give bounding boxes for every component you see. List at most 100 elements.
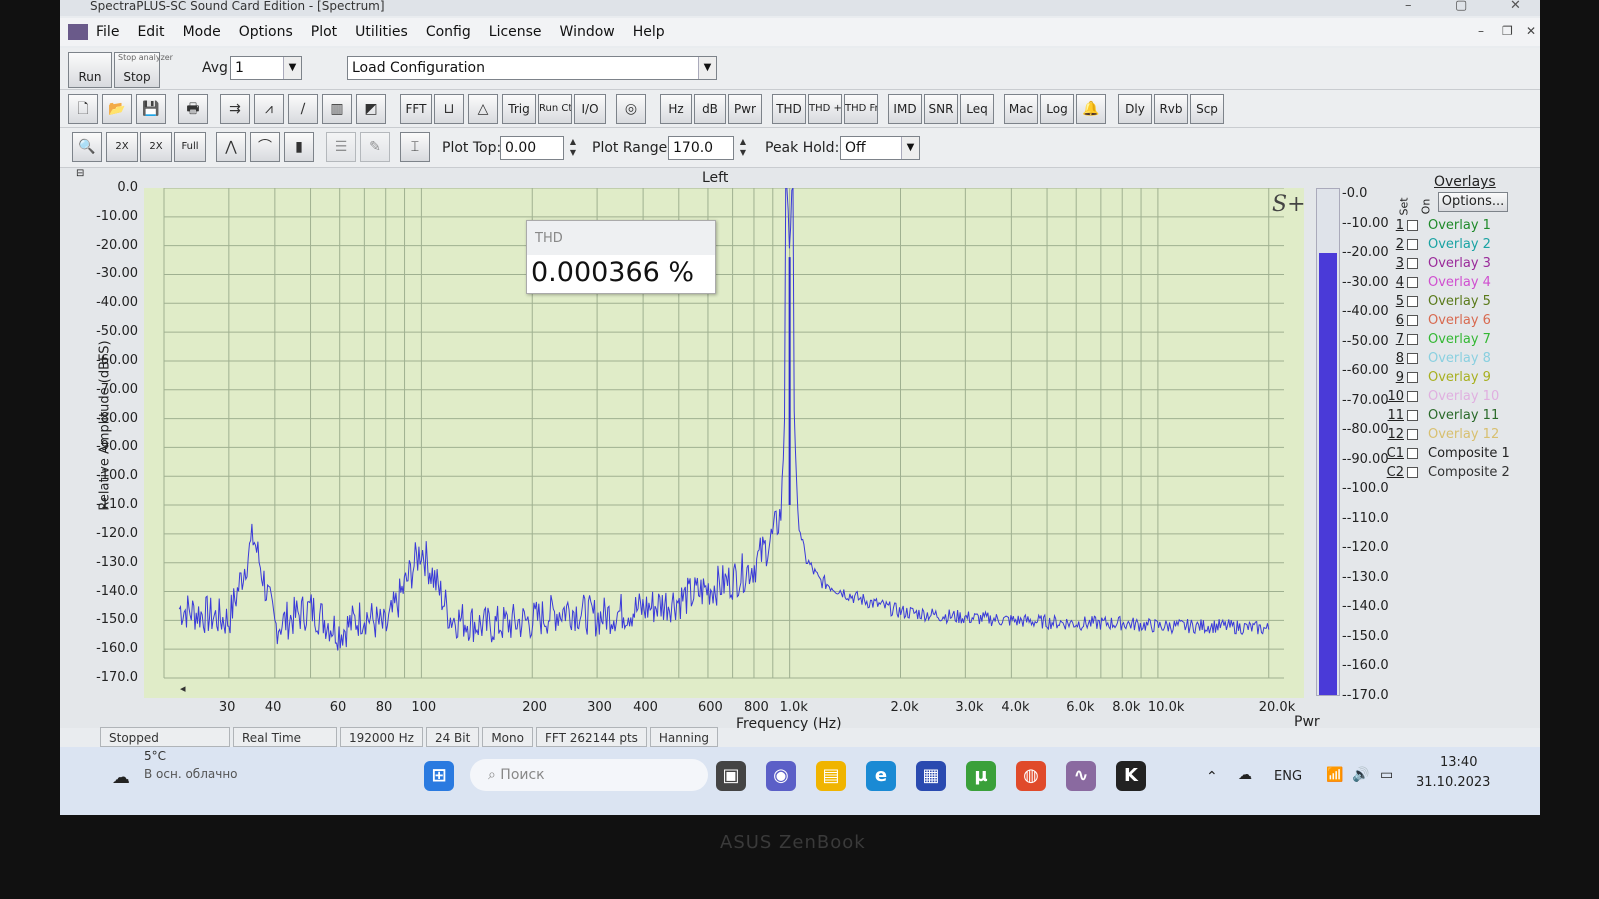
overlay-checkbox[interactable] (1407, 239, 1418, 250)
overlay-checkbox[interactable] (1407, 334, 1418, 345)
overlay-set-button[interactable]: 10 (1378, 389, 1404, 404)
language-indicator[interactable]: ENG (1274, 769, 1302, 784)
new-file-icon[interactable]: 🗋 (68, 94, 98, 124)
plot-range-spinner[interactable]: ▲ ▼ (736, 136, 750, 160)
zoom-full-button[interactable]: Full (174, 132, 206, 162)
window-func-icon[interactable]: ⊔ (434, 94, 464, 124)
overlay-row[interactable]: 12 Overlay 12 (1378, 425, 1499, 444)
start-icon[interactable]: ⊞ (424, 761, 454, 791)
overlay-set-button[interactable]: 11 (1378, 408, 1404, 423)
utorrent-icon[interactable]: µ (966, 761, 996, 791)
rvb-button[interactable]: Rvb (1154, 94, 1188, 124)
signal-generator-icon[interactable]: ◎ (616, 94, 646, 124)
task-view-icon[interactable]: ▣ (716, 761, 746, 791)
overlay-checkbox[interactable] (1407, 467, 1418, 478)
overlay-row[interactable]: 4 Overlay 4 (1378, 273, 1491, 292)
chrome-icon[interactable]: ◍ (1016, 761, 1046, 791)
edge-icon[interactable]: e (866, 761, 896, 791)
mac-button[interactable]: Mac (1004, 94, 1038, 124)
overlay-checkbox[interactable] (1407, 220, 1418, 231)
overlay-row[interactable]: 1 Overlay 1 (1378, 216, 1491, 235)
overlay-checkbox[interactable] (1407, 372, 1418, 383)
io-button[interactable]: I/O (574, 94, 606, 124)
overlay-checkbox[interactable] (1407, 277, 1418, 288)
thd-n-button[interactable]: THD +N (808, 94, 842, 124)
menu-help[interactable]: Help (633, 24, 665, 40)
scp-button[interactable]: Scp (1190, 94, 1224, 124)
generator-icon[interactable]: ⇉ (220, 94, 250, 124)
overlay-set-button[interactable]: 4 (1378, 275, 1404, 290)
bell-icon[interactable]: 🔔 (1076, 94, 1106, 124)
minimize-icon[interactable]: – (1405, 0, 1412, 12)
overlay-checkbox[interactable] (1407, 410, 1418, 421)
3d-surface-icon[interactable]: ◩ (356, 94, 386, 124)
thd-readout[interactable]: THD 0.000366 % (526, 220, 716, 294)
mdi-close-icon[interactable]: ✕ (1526, 24, 1536, 38)
menu-config[interactable]: Config (426, 24, 471, 40)
overlay-checkbox[interactable] (1407, 391, 1418, 402)
menu-file[interactable]: File (96, 24, 119, 40)
cursor-icon[interactable]: ⌶ (400, 132, 430, 162)
collapse-icon[interactable]: ⊟ (76, 168, 84, 179)
fft-button[interactable]: FFT (400, 94, 432, 124)
menu-window[interactable]: Window (560, 24, 615, 40)
overlay-set-button[interactable]: 5 (1378, 294, 1404, 309)
time-series-icon[interactable]: ∕ (288, 94, 318, 124)
imd-button[interactable]: IMD (888, 94, 922, 124)
overlay-row[interactable]: 5 Overlay 5 (1378, 292, 1491, 311)
plot-range-input[interactable]: 170.0 (668, 136, 734, 160)
snr-button[interactable]: SNR (924, 94, 958, 124)
mdi-restore-icon[interactable]: ❐ (1502, 24, 1513, 38)
overlay-set-button[interactable]: 7 (1378, 332, 1404, 347)
bar-graph-icon[interactable]: ▮ (284, 132, 314, 162)
leq-button[interactable]: Leq (960, 94, 994, 124)
clock-time[interactable]: 13:40 (1440, 755, 1477, 770)
overlay-row[interactable]: 10 Overlay 10 (1378, 387, 1499, 406)
overlay-set-button[interactable]: 1 (1378, 218, 1404, 233)
spectraplus-icon[interactable]: ∿ (1066, 761, 1096, 791)
overlay-row[interactable]: C2 Composite 2 (1378, 463, 1510, 482)
config-select[interactable]: Load Configuration ▼ (347, 56, 717, 80)
run-button[interactable]: Run (68, 52, 112, 88)
zoom-in-x-button[interactable]: 2X (106, 132, 138, 162)
overlay-set-button[interactable]: 3 (1378, 256, 1404, 271)
overlay-set-button[interactable]: 9 (1378, 370, 1404, 385)
overlay-row[interactable]: C1 Composite 1 (1378, 444, 1510, 463)
mdi-minimize-icon[interactable]: – (1478, 24, 1484, 38)
pwr-button[interactable]: Pwr (728, 94, 762, 124)
spectrum-icon[interactable]: ⩘ (254, 94, 284, 124)
overlay-checkbox[interactable] (1407, 296, 1418, 307)
log-button[interactable]: Log (1040, 94, 1074, 124)
spectrogram-icon[interactable]: ▥ (322, 94, 352, 124)
menu-plot[interactable]: Plot (311, 24, 337, 40)
menu-mode[interactable]: Mode (183, 24, 221, 40)
overlay-set-button[interactable]: 2 (1378, 237, 1404, 252)
overlay-row[interactable]: 9 Overlay 9 (1378, 368, 1491, 387)
cloud-sync-icon[interactable]: ☁ (1238, 767, 1252, 783)
menu-license[interactable]: License (489, 24, 542, 40)
trig-button[interactable]: Trig (502, 94, 536, 124)
chevron-up-icon[interactable]: ⌃ (1206, 769, 1218, 785)
menu-options[interactable]: Options (239, 24, 293, 40)
hz-button[interactable]: Hz (660, 94, 692, 124)
db-button[interactable]: dB (694, 94, 726, 124)
peak-hold-select[interactable]: Off ▼ (840, 136, 920, 160)
zoom-icon[interactable]: 🔍 (72, 132, 102, 162)
overlay-row[interactable]: 2 Overlay 2 (1378, 235, 1491, 254)
overlay-set-button[interactable]: 8 (1378, 351, 1404, 366)
triangle-icon[interactable]: △ (468, 94, 498, 124)
dly-button[interactable]: Dly (1118, 94, 1152, 124)
overlay-checkbox[interactable] (1407, 258, 1418, 269)
plot-top-spinner[interactable]: ▲ ▼ (566, 136, 580, 160)
overlay-checkbox[interactable] (1407, 353, 1418, 364)
spectrum-plot[interactable]: ◂ S+ THD 0.000366 % (144, 188, 1306, 698)
thd-button[interactable]: THD (772, 94, 806, 124)
overlay-set-button[interactable]: 12 (1378, 427, 1404, 442)
overlay-set-button[interactable]: 6 (1378, 313, 1404, 328)
plot-top-input[interactable]: 0.00 (500, 136, 564, 160)
weather-icon[interactable]: ☁ (112, 767, 130, 788)
chat-icon[interactable]: ◉ (766, 761, 796, 791)
overlay-set-button[interactable]: C1 (1378, 446, 1404, 461)
overlay-options-button[interactable]: Options... (1438, 192, 1508, 212)
store-icon[interactable]: ▦ (916, 761, 946, 791)
